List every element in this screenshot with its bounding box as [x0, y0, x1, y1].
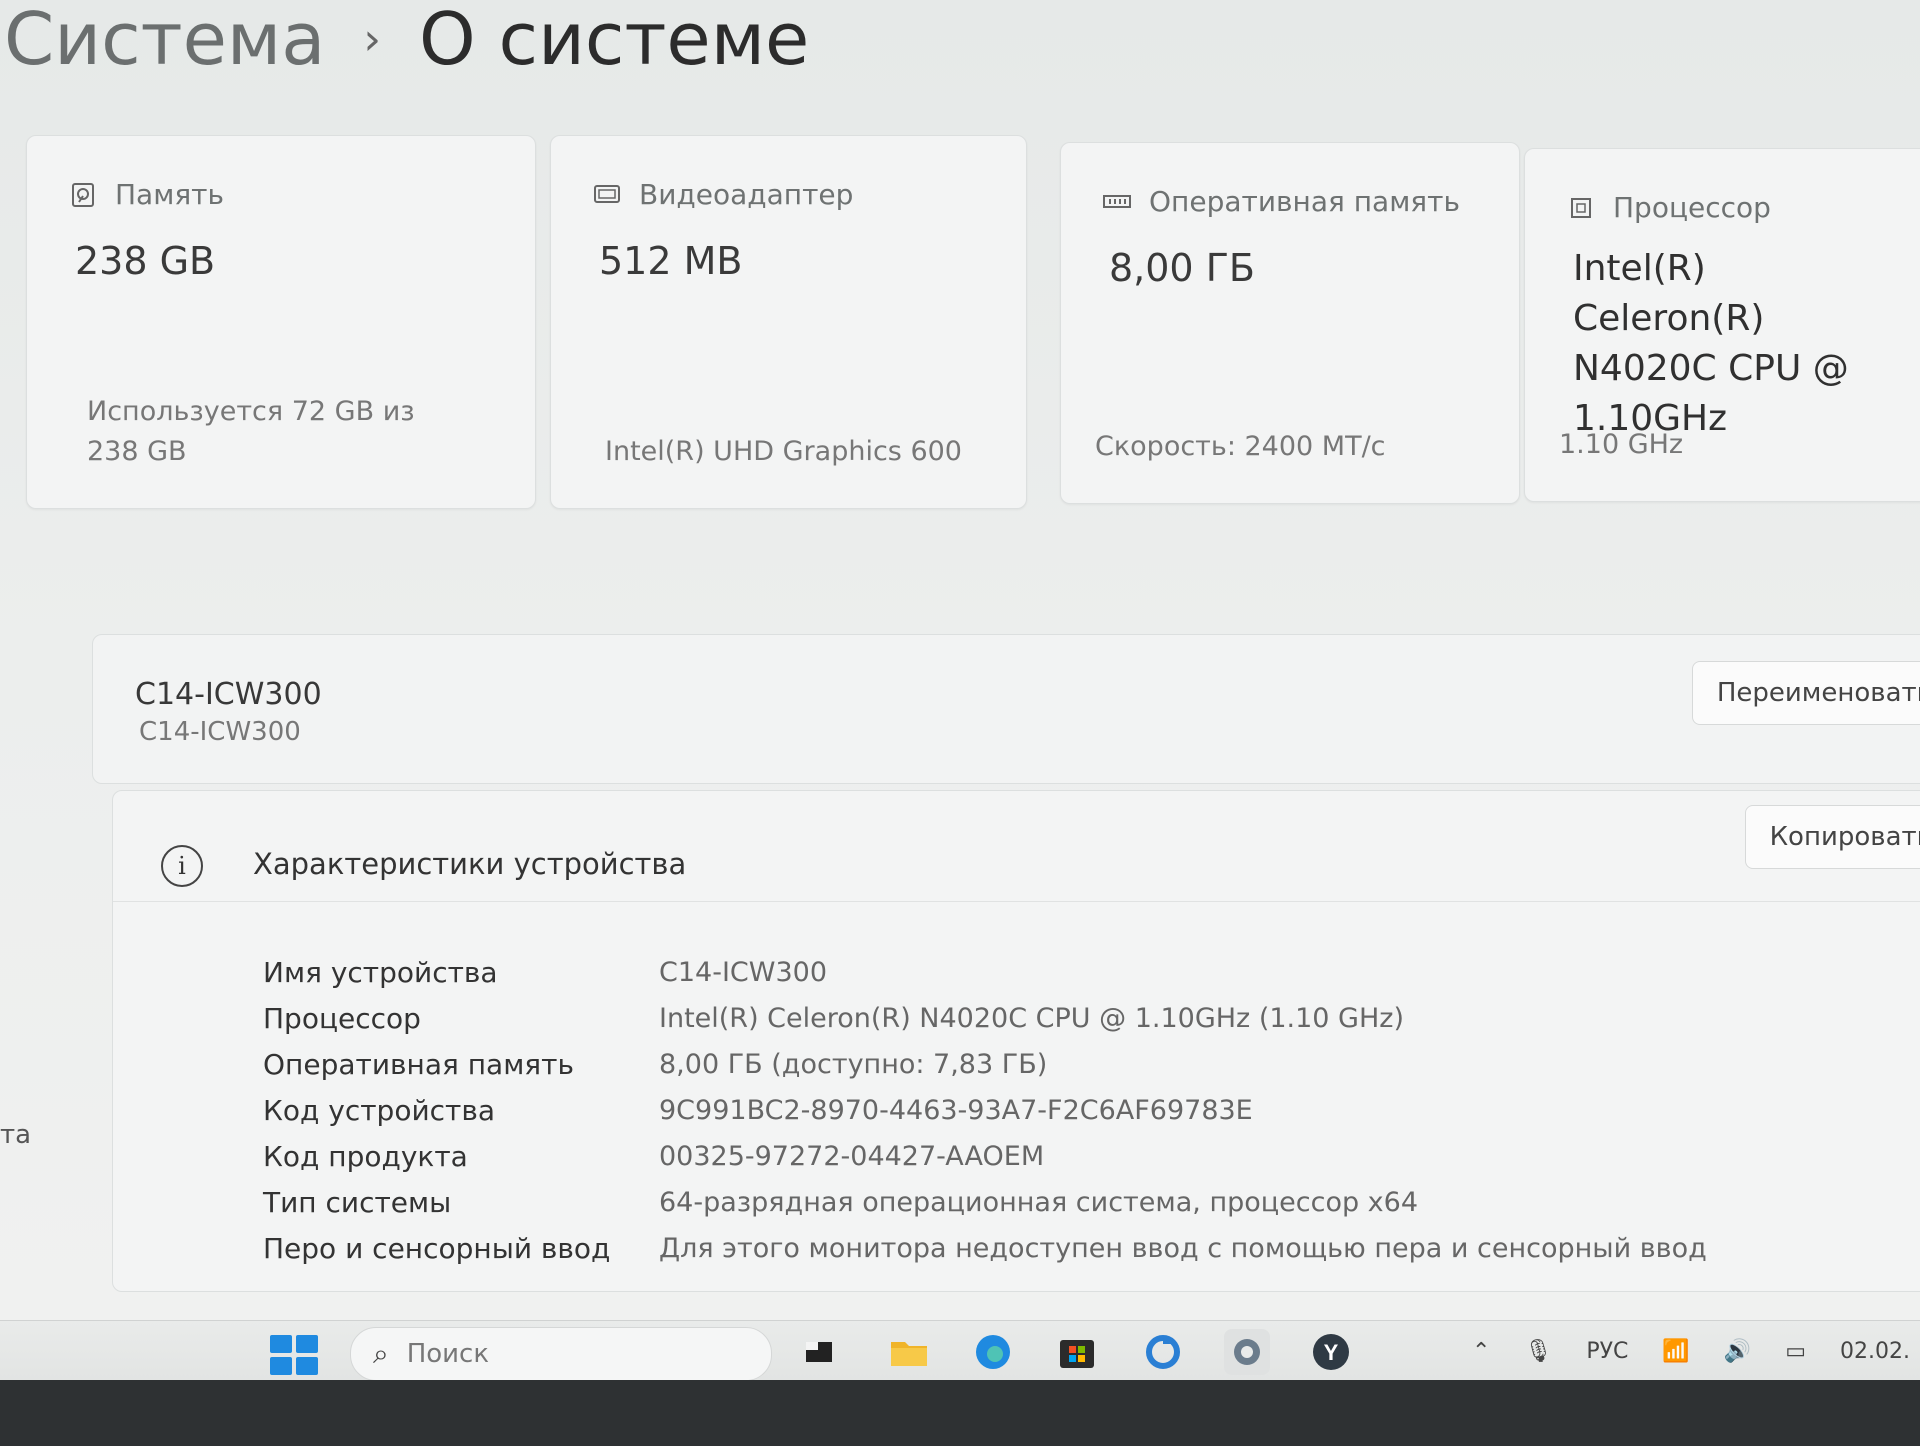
- device-specs-panel: i Характеристики устройства Копировать И…: [112, 790, 1920, 1292]
- breadcrumb-separator: ›: [363, 13, 381, 65]
- show-hidden-icons-chevron-icon[interactable]: ⌃: [1472, 1339, 1490, 1364]
- ram-icon: [1103, 188, 1131, 216]
- spec-key: Код продукта: [263, 1139, 468, 1173]
- storage-label: Память: [115, 178, 224, 211]
- spec-key: Имя устройства: [263, 955, 498, 989]
- spec-value: 8,00 ГБ (доступно: 7,83 ГБ): [659, 1048, 1048, 1080]
- spec-key: Тип системы: [263, 1185, 452, 1219]
- spec-value: Intel(R) Celeron(R) N4020C CPU @ 1.10GHz…: [659, 1002, 1404, 1034]
- spec-row-product-id: Код продукта 00325-97272-04427-AAOEM: [263, 1133, 1707, 1179]
- spec-row-pen-touch: Перо и сенсорный ввод Для этого монитора…: [263, 1225, 1707, 1271]
- gpu-memory-value: 512 MB: [599, 239, 743, 283]
- microphone-icon[interactable]: 🎙: [1524, 1339, 1552, 1364]
- spec-value: Для этого монитора недоступен ввод с пом…: [659, 1232, 1707, 1264]
- battery-icon[interactable]: ▭: [1785, 1339, 1806, 1364]
- device-name: C14-ICW300: [135, 677, 322, 712]
- copy-button[interactable]: Копировать: [1744, 805, 1920, 869]
- cpu-model: Intel(R) Celeron(R) N4020C CPU @ 1.10GHz: [1573, 248, 1849, 439]
- clock-date[interactable]: 02.02.: [1840, 1339, 1910, 1364]
- gpu-model: Intel(R) UHD Graphics 600: [605, 436, 962, 467]
- info-icon: i: [161, 845, 203, 887]
- ram-label: Оперативная память: [1149, 185, 1460, 218]
- system-tray: ⌃ 🎙 РУС 📶 🔊 ▭ 02.02.: [1472, 1321, 1920, 1381]
- breadcrumb: Система › О системе: [4, 0, 809, 84]
- specs-list: Имя устройства C14-ICW300 Процессор Inte…: [263, 949, 1707, 1271]
- ram-value: 8,00 ГБ: [1109, 246, 1255, 290]
- wifi-icon[interactable]: 📶: [1662, 1339, 1689, 1364]
- display-adapter-icon: [593, 181, 621, 209]
- device-specs-header[interactable]: i Характеристики устройства Копировать: [113, 791, 1920, 902]
- breadcrumb-system-link[interactable]: Система: [4, 0, 325, 81]
- start-button[interactable]: [270, 1335, 318, 1375]
- spec-value: 9C991BC2-8970-4463-93A7-F2C6AF69783E: [659, 1094, 1253, 1126]
- task-view-icon[interactable]: [796, 1329, 842, 1375]
- gpu-label: Видеоадаптер: [639, 178, 854, 211]
- spec-row-ram: Оперативная память 8,00 ГБ (доступно: 7,…: [263, 1041, 1707, 1087]
- search-placeholder: Поиск: [406, 1339, 490, 1369]
- spec-row-device-id: Код устройства 9C991BC2-8970-4463-93A7-F…: [263, 1087, 1707, 1133]
- storage-value: 238 GB: [75, 239, 216, 283]
- spec-row-processor: Процессор Intel(R) Celeron(R) N4020C CPU…: [263, 995, 1707, 1041]
- cpu-card[interactable]: Процессор Intel(R) Celeron(R) N4020C CPU…: [1524, 148, 1920, 502]
- spec-value: C14-ICW300: [659, 956, 827, 988]
- spec-value: 00325-97272-04427-AAOEM: [659, 1140, 1045, 1172]
- page-title: О системе: [418, 0, 810, 81]
- volume-icon[interactable]: 🔊: [1724, 1339, 1751, 1364]
- device-name-panel: C14-ICW300 C14-ICW300 Переименовать: [92, 634, 1920, 784]
- file-explorer-icon[interactable]: [886, 1329, 932, 1375]
- processor-icon: [1567, 194, 1595, 222]
- cpu-frequency: 1.10 GHz: [1559, 429, 1684, 460]
- spec-value: 64-разрядная операционная система, проце…: [659, 1186, 1419, 1218]
- sync-app-icon[interactable]: [1140, 1329, 1186, 1375]
- rename-button[interactable]: Переименовать: [1691, 661, 1920, 725]
- language-indicator[interactable]: РУС: [1586, 1339, 1628, 1364]
- cpu-label: Процессор: [1613, 191, 1771, 224]
- monitor-bezel: [0, 1380, 1920, 1446]
- taskbar: ⌕ Поиск Y ⌃ 🎙 РУС 📶 🔊 ▭ 02.02.: [0, 1320, 1920, 1381]
- search-icon: ⌕: [373, 1337, 389, 1370]
- sidebar-cutoff-text[interactable]: та: [0, 1120, 31, 1150]
- ram-speed: Скорость: 2400 MT/c: [1095, 431, 1386, 462]
- spec-key: Оперативная память: [263, 1047, 574, 1081]
- store-icon[interactable]: [1054, 1329, 1100, 1375]
- spec-key: Процессор: [263, 1001, 421, 1035]
- spec-key: Перо и сенсорный ввод: [263, 1231, 611, 1265]
- ram-card[interactable]: Оперативная память 8,00 ГБ Скорость: 240…: [1060, 142, 1520, 504]
- storage-usage: Используется 72 GB из 238 GB: [87, 396, 415, 467]
- spec-key: Код устройства: [263, 1093, 496, 1127]
- taskbar-search[interactable]: ⌕ Поиск: [350, 1327, 772, 1381]
- settings-page: Система › О системе Память 238 GB Исполь…: [0, 0, 1920, 1320]
- device-model: C14-ICW300: [139, 717, 301, 747]
- device-specs-title: Характеристики устройства: [253, 847, 687, 881]
- gpu-card[interactable]: Видеоадаптер 512 MB Intel(R) UHD Graphic…: [550, 135, 1027, 509]
- storage-card[interactable]: Память 238 GB Используется 72 GB из 238 …: [26, 135, 536, 509]
- storage-icon: [69, 181, 97, 209]
- yandex-browser-icon[interactable]: Y: [1308, 1329, 1354, 1375]
- edge-browser-icon[interactable]: [970, 1329, 1016, 1375]
- settings-gear-icon[interactable]: [1224, 1329, 1270, 1375]
- spec-row-device-name: Имя устройства C14-ICW300: [263, 949, 1707, 995]
- svg-text:Y: Y: [1324, 1340, 1339, 1365]
- spec-row-system-type: Тип системы 64-разрядная операционная си…: [263, 1179, 1707, 1225]
